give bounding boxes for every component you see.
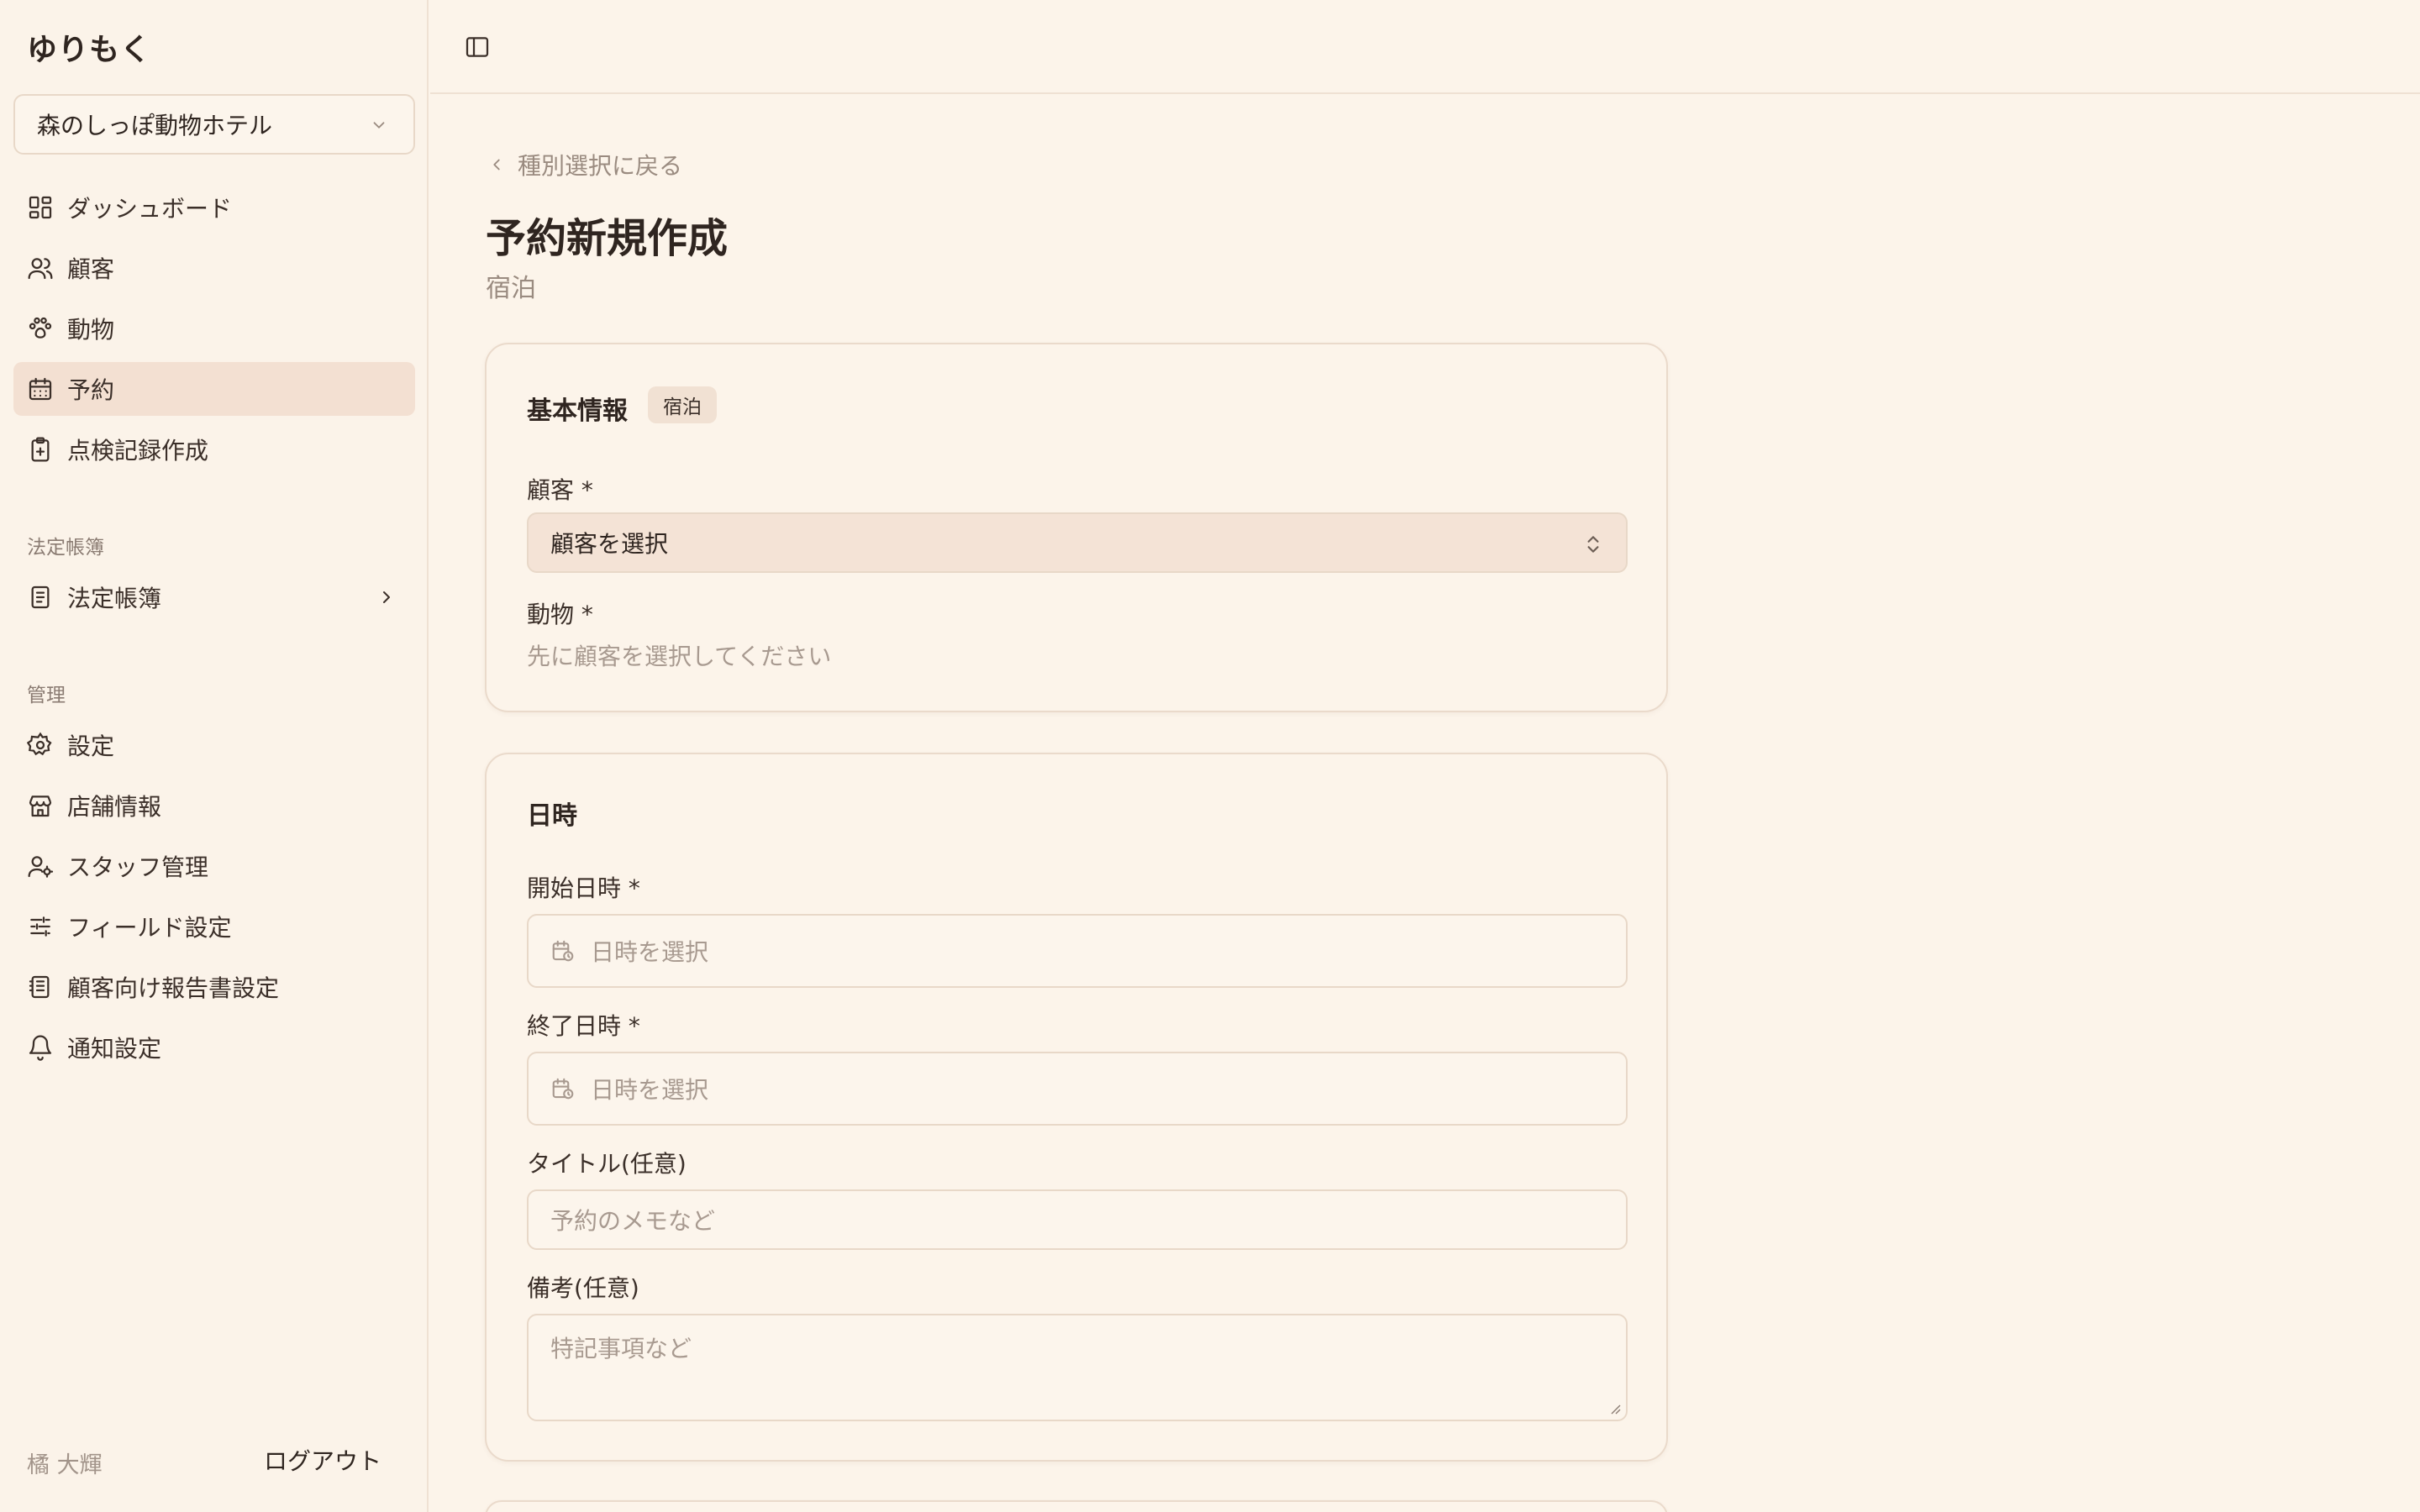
title-input[interactable]: 予約のメモなど xyxy=(527,1189,1628,1250)
note-field-label: 備考(任意) xyxy=(527,1274,639,1302)
paw-icon xyxy=(27,315,54,342)
sidebar-item-animals[interactable]: 動物 xyxy=(13,302,415,355)
store-select[interactable]: 森のしっぽ動物ホテル xyxy=(13,94,415,155)
end-datetime-label: 終了日時 * xyxy=(527,1012,640,1040)
store-select-value: 森のしっぽ動物ホテル xyxy=(37,112,273,139)
animal-label: 動物 * xyxy=(527,601,593,628)
sidebar-item-label: 法定帳簿 xyxy=(67,585,162,612)
page-subtitle: 宿泊 xyxy=(486,274,536,303)
sidebar-item-label: ダッシュボード xyxy=(67,195,233,223)
animal-hint: 先に顧客を選択してください xyxy=(527,643,832,670)
top-bar xyxy=(430,0,2420,94)
app-root: ゆりもく 森のしっぽ動物ホテル ダッシュボード 顧客 動物 予約 点検記録作成 … xyxy=(0,0,2420,1512)
gear-icon xyxy=(27,732,54,759)
sidebar-item-reservations[interactable]: 予約 xyxy=(13,362,415,416)
sidebar-item-label: 予約 xyxy=(67,376,115,404)
calendar-clock-icon xyxy=(552,1078,574,1100)
title-input-placeholder: 予約のメモなど xyxy=(550,1207,716,1235)
report-icon xyxy=(27,974,54,1000)
bell-icon xyxy=(27,1034,54,1061)
sidebar-item-label: 顧客 xyxy=(67,255,115,283)
sidebar-item-legal-books[interactable]: 法定帳簿 xyxy=(13,570,415,624)
section-label-admin: 管理 xyxy=(27,685,66,706)
datetime-card: 日時 開始日時 * 日時を選択 終了日時 * 日時を選択 タイトル(任意) 予約… xyxy=(485,753,1668,1462)
sidebar-toggle-icon[interactable] xyxy=(464,34,491,60)
sidebar-item-label: 顧客向け報告書設定 xyxy=(67,974,280,1002)
start-datetime-label: 開始日時 * xyxy=(527,874,640,902)
section-label-legal: 法定帳簿 xyxy=(27,537,104,559)
sliders-icon xyxy=(27,913,54,940)
page-title: 予約新規作成 xyxy=(486,215,729,262)
dashboard-icon xyxy=(27,194,54,221)
sidebar-item-label: スタッフ管理 xyxy=(67,853,209,881)
sidebar-item-customers[interactable]: 顧客 xyxy=(13,241,415,295)
current-user-name: 橘 大輝 xyxy=(27,1452,103,1478)
sidebar-item-dashboard[interactable]: ダッシュボード xyxy=(13,181,415,234)
basic-info-card: 基本情報 宿泊 顧客 * 顧客を選択 動物 * 先に顧客を選択してください xyxy=(485,343,1668,712)
calendar-clock-icon xyxy=(552,940,574,962)
back-link-label: 種別選択に戻る xyxy=(518,152,683,180)
customer-select-value: 顧客を選択 xyxy=(550,530,669,558)
chevron-right-icon xyxy=(383,591,390,603)
type-badge: 宿泊 xyxy=(648,386,717,423)
sidebar-item-field-settings[interactable]: フィールド設定 xyxy=(13,900,415,953)
sidebar: ゆりもく 森のしっぽ動物ホテル ダッシュボード 顧客 動物 予約 点検記録作成 … xyxy=(0,0,429,1512)
end-datetime-picker[interactable]: 日時を選択 xyxy=(527,1052,1628,1126)
app-logo: ゆりもく xyxy=(27,33,152,67)
sidebar-item-label: フィールド設定 xyxy=(67,914,232,942)
main-nav: ダッシュボード 顧客 動物 予約 点検記録作成 xyxy=(13,181,415,483)
user-cog-icon xyxy=(27,853,54,879)
chevron-left-icon xyxy=(493,159,500,171)
start-datetime-placeholder: 日時を選択 xyxy=(591,938,709,966)
calendar-icon xyxy=(27,375,54,402)
sidebar-item-settings[interactable]: 設定 xyxy=(13,718,415,772)
customer-select[interactable]: 顧客を選択 xyxy=(527,512,1628,573)
back-link[interactable]: 種別選択に戻る xyxy=(487,148,682,181)
book-icon xyxy=(27,584,54,611)
sidebar-item-label: 点検記録作成 xyxy=(67,437,209,465)
note-textarea[interactable]: 特記事項など xyxy=(527,1314,1628,1421)
customer-label: 顧客 * xyxy=(527,476,593,504)
sidebar-item-inspection[interactable]: 点検記録作成 xyxy=(13,423,415,476)
store-icon xyxy=(27,792,54,819)
next-card-partial xyxy=(485,1500,1668,1512)
legal-nav: 法定帳簿 xyxy=(13,570,415,631)
title-field-label: タイトル(任意) xyxy=(527,1150,687,1178)
chevron-down-icon xyxy=(373,122,385,129)
admin-nav: 設定 店舗情報 スタッフ管理 フィールド設定 顧客向け報告書設定 通知設定 xyxy=(13,718,415,1081)
sidebar-item-label: 店舗情報 xyxy=(67,793,162,821)
end-datetime-placeholder: 日時を選択 xyxy=(591,1076,709,1104)
datetime-title: 日時 xyxy=(527,801,577,831)
note-textarea-placeholder: 特記事項など xyxy=(550,1335,692,1362)
resize-handle-icon[interactable] xyxy=(1607,1401,1621,1415)
start-datetime-picker[interactable]: 日時を選択 xyxy=(527,914,1628,988)
sidebar-item-notifications[interactable]: 通知設定 xyxy=(13,1021,415,1074)
sidebar-item-label: 動物 xyxy=(67,316,115,344)
logout-button[interactable]: ログアウト xyxy=(264,1443,381,1477)
clipboard-plus-icon xyxy=(27,436,54,463)
sidebar-item-report-settings[interactable]: 顧客向け報告書設定 xyxy=(13,960,415,1014)
sidebar-item-store-info[interactable]: 店舗情報 xyxy=(13,779,415,832)
sidebar-item-label: 通知設定 xyxy=(67,1035,162,1063)
sidebar-item-label: 設定 xyxy=(67,732,115,760)
users-icon xyxy=(27,255,54,281)
sidebar-item-staff[interactable]: スタッフ管理 xyxy=(13,839,415,893)
basic-info-title: 基本情報 xyxy=(527,396,628,426)
chevron-up-down-icon xyxy=(1587,536,1599,553)
